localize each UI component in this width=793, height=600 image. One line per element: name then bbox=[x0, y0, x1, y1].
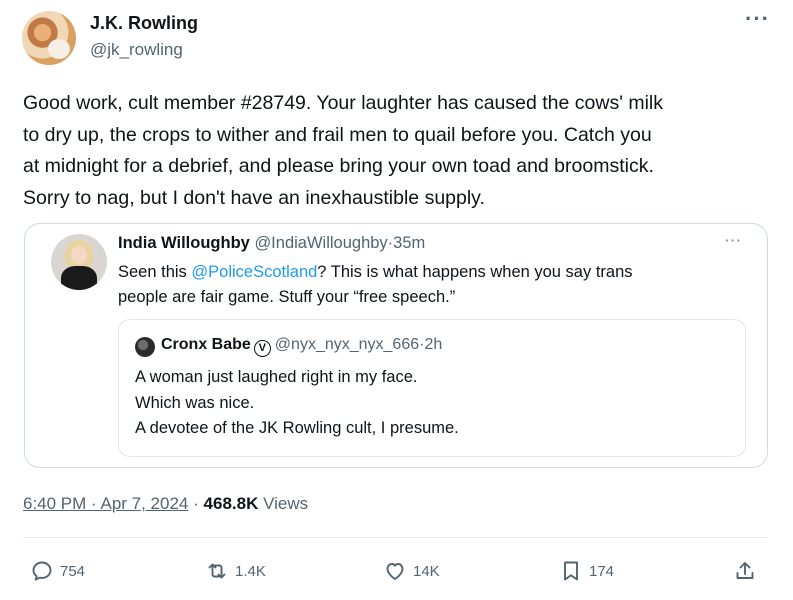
bookmark-button[interactable]: 174 bbox=[559, 558, 614, 584]
tweet: J.K. Rowling @jk_rowling ··· Good work, … bbox=[0, 0, 793, 600]
nested-text-line: A devotee of the JK Rowling cult, I pres… bbox=[135, 419, 459, 437]
nested-quoted-tweet[interactable]: Cronx Babe V @nyx_nyx_nyx_666·2h A woman j… bbox=[118, 319, 746, 457]
like-button[interactable]: 14K bbox=[383, 558, 440, 584]
quoted-text-part: Seen this bbox=[118, 263, 192, 281]
quoted-tweet[interactable]: India Willoughby @IndiaWilloughby·35m ··… bbox=[24, 223, 768, 468]
quoted-tweet-header: India Willoughby @IndiaWilloughby·35m bbox=[118, 234, 425, 253]
nested-author-name[interactable]: Cronx Babe bbox=[161, 336, 251, 353]
heart-icon bbox=[386, 563, 404, 580]
nested-tweet-header: Cronx Babe V @nyx_nyx_nyx_666·2h bbox=[161, 336, 442, 357]
quoted-more-icon[interactable]: ··· bbox=[725, 232, 742, 248]
avatar-coat-shape bbox=[61, 266, 97, 290]
nested-text-line: A woman just laughed right in my face. bbox=[135, 368, 418, 386]
like-count: 14K bbox=[413, 562, 440, 580]
reply-icon bbox=[32, 561, 52, 581]
views-count: 468.8K bbox=[203, 494, 259, 513]
author-avatar[interactable] bbox=[22, 11, 76, 65]
mention-link[interactable]: @PoliceScotland bbox=[191, 263, 317, 281]
quoted-time[interactable]: 35m bbox=[393, 234, 425, 252]
nested-tweet-text: A woman just laughed right in my face. W… bbox=[135, 365, 725, 442]
quoted-text-part: ? This is what happens when you say tran… bbox=[317, 263, 633, 281]
author-name[interactable]: J.K. Rowling bbox=[90, 13, 198, 34]
quoted-author-name[interactable]: India Willoughby bbox=[118, 234, 250, 252]
views-label: Views bbox=[263, 494, 309, 513]
timestamp-link[interactable]: 6:40 PM · Apr 7, 2024 bbox=[23, 494, 188, 513]
bookmark-count: 174 bbox=[589, 562, 615, 580]
quoted-text-line: people are fair game. Stuff your “free s… bbox=[118, 288, 456, 306]
verified-badge-icon: V bbox=[253, 340, 271, 357]
tweet-text-line: at midnight for a debrief, and please br… bbox=[23, 155, 654, 177]
metadata-separator: · bbox=[193, 494, 199, 513]
tweet-text-line: Good work, cult member #28749. Your laug… bbox=[23, 92, 663, 114]
quoted-text-line: Seen this @PoliceScotland? This is what … bbox=[118, 260, 738, 285]
tweet-text-line: to dry up, the crops to wither and frail… bbox=[23, 123, 652, 146]
quoted-author-avatar[interactable] bbox=[51, 234, 107, 290]
author-handle[interactable]: @jk_rowling bbox=[90, 40, 183, 60]
repost-icon bbox=[208, 563, 226, 579]
nested-author-avatar[interactable] bbox=[135, 337, 155, 357]
more-options-icon[interactable]: ··· bbox=[745, 6, 770, 32]
share-button[interactable] bbox=[733, 558, 763, 584]
tweet-text-line: Sorry to nag, but I don't have an inexha… bbox=[23, 186, 485, 209]
nested-time[interactable]: 2h bbox=[424, 336, 442, 353]
repost-count: 1.4K bbox=[235, 562, 266, 580]
quoted-tweet-text: Seen this @PoliceScotland? This is what … bbox=[118, 260, 738, 310]
share-icon bbox=[736, 562, 754, 579]
divider bbox=[23, 537, 768, 538]
nested-text-line: Which was nice. bbox=[135, 393, 255, 412]
avatar-dog-shape bbox=[48, 39, 70, 59]
tweet-metadata: 6:40 PM · Apr 7, 2024 · 468.8K Views bbox=[23, 494, 308, 514]
reply-count: 754 bbox=[60, 562, 86, 580]
avatar-face-shape bbox=[71, 246, 87, 264]
repost-button[interactable]: 1.4K bbox=[205, 558, 266, 584]
quoted-author-handle[interactable]: @IndiaWilloughby bbox=[254, 234, 387, 252]
reply-button[interactable]: 754 bbox=[30, 558, 85, 584]
bookmark-icon bbox=[564, 561, 578, 581]
nested-author-handle[interactable]: @nyx_nyx_nyx_666 bbox=[275, 336, 419, 353]
tweet-text: Good work, cult member #28749. Your laug… bbox=[23, 88, 775, 214]
